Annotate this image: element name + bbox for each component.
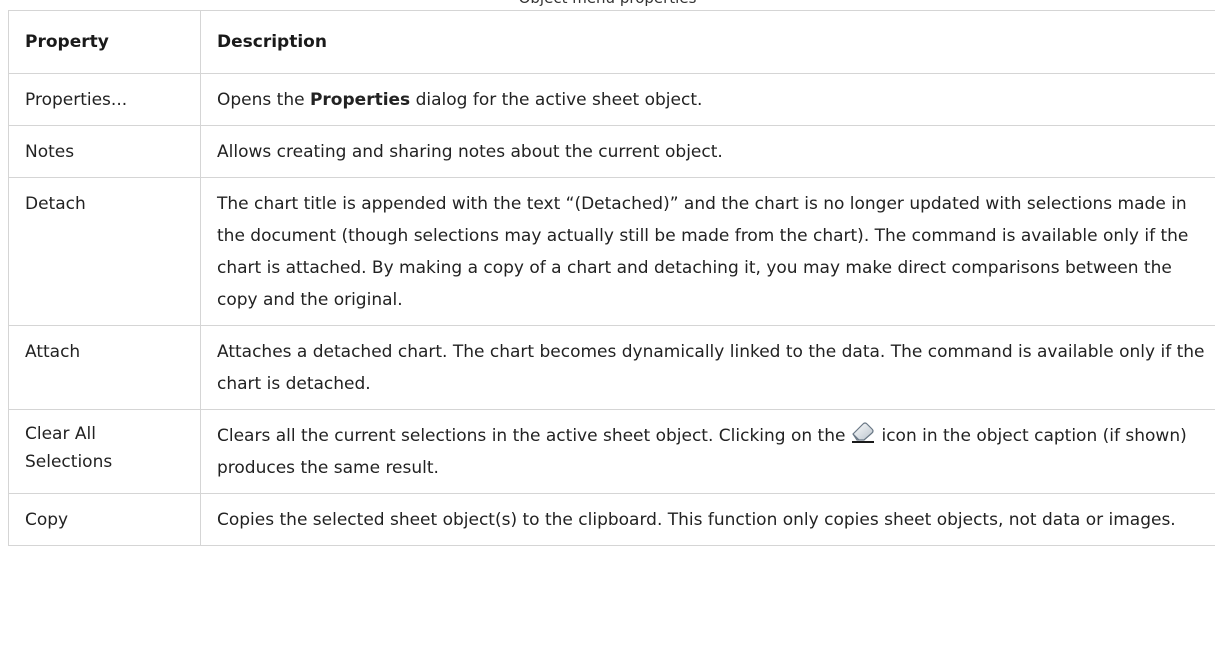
table-caption: Object menu properties [0, 0, 1215, 8]
object-menu-properties-table: Property Description Properties... Opens… [8, 10, 1215, 546]
description-cell: The chart title is appended with the tex… [200, 177, 1215, 326]
property-cell: Properties... [8, 73, 201, 126]
property-cell: Copy [8, 493, 201, 546]
table-header-row: Property Description [8, 10, 1215, 74]
table-row: Copy Copies the selected sheet object(s)… [8, 493, 1215, 546]
property-cell: Detach [8, 177, 201, 326]
table-row: Clear All Selections Clears all the curr… [8, 409, 1215, 494]
description-cell: Clears all the current selections in the… [200, 409, 1215, 494]
description-column-header: Description [200, 10, 1215, 74]
description-text: Opens the [217, 90, 310, 110]
description-cell: Opens the Properties dialog for the acti… [200, 73, 1215, 126]
description-text: dialog for the active sheet object. [410, 90, 703, 110]
table-row: Notes Allows creating and sharing notes … [8, 125, 1215, 178]
property-cell: Clear All Selections [8, 409, 201, 494]
table-row: Attach Attaches a detached chart. The ch… [8, 325, 1215, 410]
table-row: Detach The chart title is appended with … [8, 177, 1215, 326]
property-cell: Attach [8, 325, 201, 410]
table-row: Properties... Opens the Properties dialo… [8, 73, 1215, 126]
properties-dialog-name: Properties [309, 90, 411, 110]
description-text: Clears all the current selections in the… [217, 426, 846, 446]
description-cell: Copies the selected sheet object(s) to t… [200, 493, 1215, 546]
property-cell: Notes [8, 125, 201, 178]
property-column-header: Property [8, 10, 201, 74]
description-cell: Attaches a detached chart. The chart bec… [200, 325, 1215, 410]
description-cell: Allows creating and sharing notes about … [200, 125, 1215, 178]
eraser-icon [849, 420, 877, 444]
